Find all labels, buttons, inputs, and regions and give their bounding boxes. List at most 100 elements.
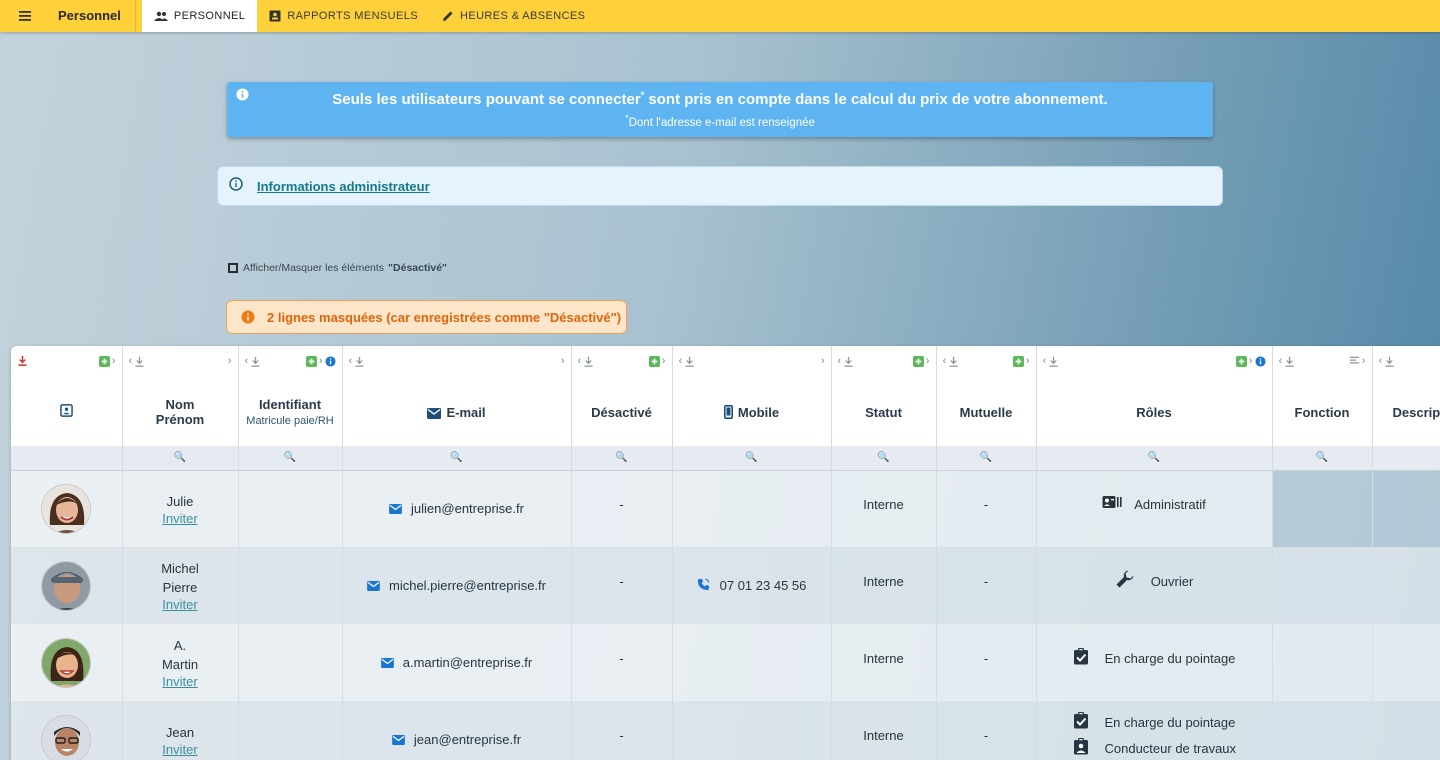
cell-email[interactable]: julien@entreprise.fr — [342, 470, 572, 547]
chevron-right-icon[interactable]: › — [926, 355, 930, 367]
chevron-right-icon[interactable]: › — [319, 355, 323, 367]
header-mobile[interactable]: Mobile — [672, 378, 832, 446]
cell-fonction[interactable] — [1272, 547, 1373, 624]
header-description[interactable]: Descripti — [1372, 378, 1440, 446]
cell-description[interactable] — [1372, 547, 1440, 624]
chevron-left-icon[interactable]: ‹ — [578, 355, 582, 367]
cell-statut[interactable]: Interne — [831, 624, 937, 701]
menu-button[interactable] — [0, 0, 52, 32]
invite-link[interactable]: Inviter — [123, 597, 238, 612]
cell-identifiant[interactable] — [238, 701, 343, 760]
chevron-left-icon[interactable]: ‹ — [1379, 355, 1383, 367]
cell-mobile[interactable] — [672, 470, 832, 547]
chevron-right-icon[interactable]: › — [112, 355, 116, 367]
add-icon[interactable] — [912, 355, 924, 367]
chevron-left-icon[interactable]: ‹ — [245, 355, 249, 367]
cell-identifiant[interactable] — [238, 470, 343, 547]
admin-info-link[interactable]: Informations administrateur — [257, 179, 430, 194]
cell-fonction[interactable] — [1272, 701, 1373, 760]
column-info-icon[interactable] — [324, 355, 336, 367]
filter-mobile[interactable]: 🔍 — [672, 446, 832, 471]
tab-heures-absences[interactable]: HEURES & ABSENCES — [430, 0, 597, 32]
download-icon[interactable] — [1048, 356, 1059, 367]
cell-roles[interactable]: En charge du pointage — [1036, 624, 1273, 701]
column-info-icon[interactable] — [1254, 355, 1266, 367]
cell-statut[interactable]: Interne — [831, 701, 937, 760]
add-icon[interactable] — [305, 355, 317, 367]
cell-mobile[interactable] — [672, 624, 832, 701]
cell-email[interactable]: jean@entreprise.fr — [342, 701, 572, 760]
table-row[interactable]: A. Martin Inviter a.martin@entreprise.fr -… — [11, 624, 1440, 701]
filter-fonction[interactable]: 🔍 — [1272, 446, 1373, 471]
tab-personnel[interactable]: PERSONNEL — [141, 0, 258, 32]
filter-statut[interactable]: 🔍 — [831, 446, 937, 471]
chevron-left-icon[interactable]: ‹ — [1279, 355, 1283, 367]
download-icon[interactable] — [17, 355, 28, 366]
cell-roles[interactable]: En charge du pointage Conducteur de trav… — [1036, 701, 1273, 760]
header-roles[interactable]: Rôles — [1036, 378, 1273, 446]
download-icon[interactable] — [354, 356, 365, 367]
add-icon[interactable] — [648, 355, 660, 367]
download-icon[interactable] — [843, 356, 854, 367]
filter-desactive[interactable]: 🔍 — [571, 446, 673, 471]
filter-email[interactable]: 🔍 — [342, 446, 572, 471]
header-name[interactable]: Nom Prénom — [122, 378, 239, 446]
download-icon[interactable] — [684, 356, 695, 367]
align-text-icon[interactable] — [1349, 356, 1360, 366]
cell-identifiant[interactable] — [238, 547, 343, 624]
invite-link[interactable]: Inviter — [123, 674, 238, 689]
chevron-right-icon[interactable]: › — [228, 355, 232, 367]
table-row[interactable]: Julie Inviter julien@entreprise.fr - Inte… — [11, 470, 1440, 547]
chevron-right-icon[interactable]: › — [1362, 355, 1366, 367]
header-desactive[interactable]: Désactivé — [571, 378, 673, 446]
cell-mobile[interactable]: 07 01 23 45 56 — [672, 547, 832, 624]
invite-link[interactable]: Inviter — [123, 742, 238, 757]
header-fonction[interactable]: Fonction — [1272, 378, 1373, 446]
chevron-right-icon[interactable]: › — [662, 355, 666, 367]
download-icon[interactable] — [948, 356, 959, 367]
cell-roles[interactable]: Administratif — [1036, 470, 1273, 547]
chevron-right-icon[interactable]: › — [1026, 355, 1030, 367]
cell-mutuelle[interactable]: - — [936, 624, 1037, 701]
cell-desactive[interactable]: - — [571, 547, 673, 624]
chevron-left-icon[interactable]: ‹ — [943, 355, 947, 367]
cell-desactive[interactable]: - — [571, 624, 673, 701]
cell-mutuelle[interactable]: - — [936, 701, 1037, 760]
cell-identifiant[interactable] — [238, 624, 343, 701]
header-avatar[interactable] — [11, 378, 123, 446]
cell-fonction[interactable] — [1272, 470, 1373, 547]
cell-description[interactable] — [1372, 470, 1440, 547]
download-icon[interactable] — [583, 356, 594, 367]
download-icon[interactable] — [250, 356, 261, 367]
add-icon[interactable] — [1012, 355, 1024, 367]
header-mutuelle[interactable]: Mutuelle — [936, 378, 1037, 446]
chevron-left-icon[interactable]: ‹ — [838, 355, 842, 367]
chevron-left-icon[interactable]: ‹ — [679, 355, 683, 367]
cell-email[interactable]: a.martin@entreprise.fr — [342, 624, 572, 701]
chevron-left-icon[interactable]: ‹ — [1043, 355, 1047, 367]
download-icon[interactable] — [134, 356, 145, 367]
toggle-disabled-checkbox[interactable] — [228, 263, 238, 273]
chevron-right-icon[interactable]: › — [561, 355, 565, 367]
chevron-left-icon[interactable]: ‹ — [129, 355, 133, 367]
add-icon[interactable] — [1235, 355, 1247, 367]
table-row[interactable]: Michel Pierre Inviter michel.pierre@entrep… — [11, 547, 1440, 624]
chevron-right-icon[interactable]: › — [821, 355, 825, 367]
download-icon[interactable] — [1384, 356, 1395, 367]
chevron-right-icon[interactable]: › — [1249, 355, 1253, 367]
table-row[interactable]: Jean Inviter jean@entreprise.fr - Interne… — [11, 701, 1440, 760]
cell-description[interactable] — [1372, 624, 1440, 701]
cell-mobile[interactable] — [672, 701, 832, 760]
cell-mutuelle[interactable]: - — [936, 470, 1037, 547]
cell-mutuelle[interactable]: - — [936, 547, 1037, 624]
cell-statut[interactable]: Interne — [831, 547, 937, 624]
filter-mutuelle[interactable]: 🔍 — [936, 446, 1037, 471]
tab-rapports-mensuels[interactable]: RAPPORTS MENSUELS — [257, 0, 430, 32]
filter-roles[interactable]: 🔍 — [1036, 446, 1273, 471]
filter-identifiant[interactable]: 🔍 — [238, 446, 343, 471]
header-identifiant[interactable]: Identifiant Matricule paie/RH — [238, 378, 343, 446]
download-icon[interactable] — [1284, 356, 1295, 367]
cell-email[interactable]: michel.pierre@entreprise.fr — [342, 547, 572, 624]
cell-desactive[interactable]: - — [571, 701, 673, 760]
invite-link[interactable]: Inviter — [123, 511, 238, 526]
